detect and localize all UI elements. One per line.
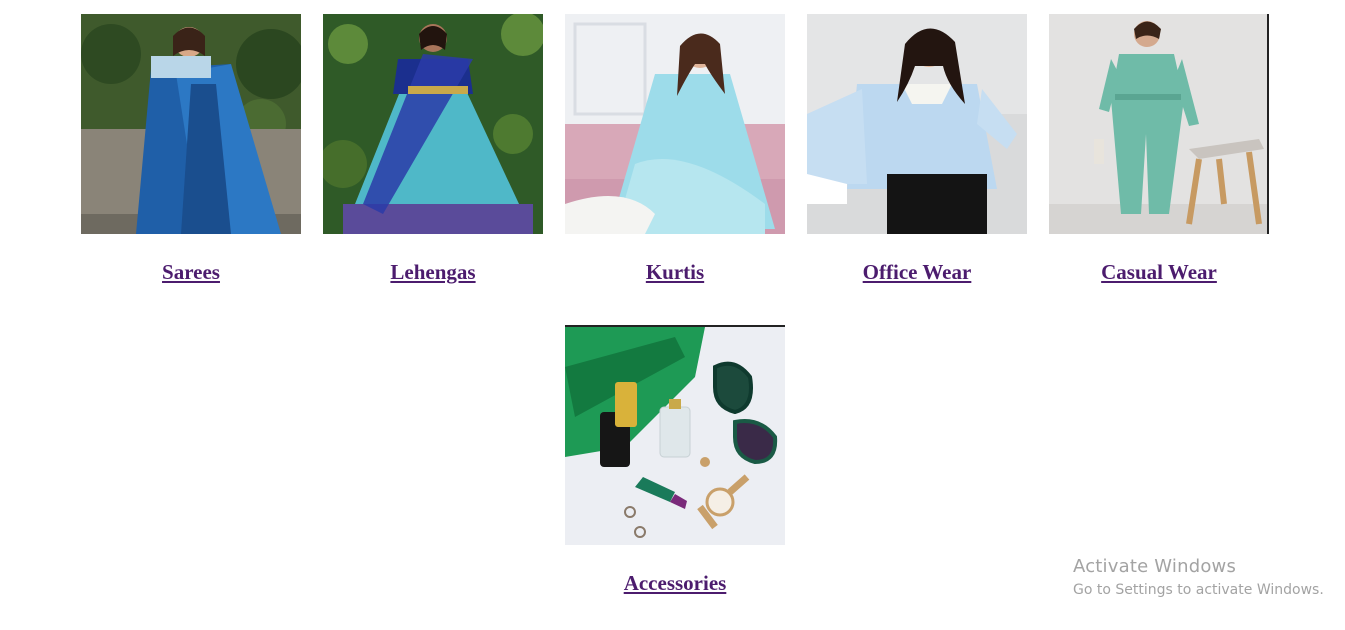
saree-photo[interactable]	[81, 14, 301, 234]
office-wear-photo[interactable]	[807, 14, 1027, 234]
category-card-kurtis: Kurtis	[565, 14, 785, 286]
category-link-lehengas[interactable]: Lehengas	[323, 258, 543, 286]
category-link-accessories[interactable]: Accessories	[565, 569, 785, 597]
category-card-accessories: Accessories	[565, 325, 785, 597]
category-link-casual-wear[interactable]: Casual Wear	[1049, 258, 1269, 286]
category-card-office-wear: Office Wear	[807, 14, 1027, 286]
casual-wear-photo[interactable]	[1049, 14, 1269, 234]
category-card-sarees: Sarees	[81, 14, 301, 286]
category-link-kurtis[interactable]: Kurtis	[565, 258, 785, 286]
activate-windows-watermark: Activate Windows Go to Settings to activ…	[1073, 555, 1324, 601]
kurti-photo[interactable]	[565, 14, 785, 234]
watermark-subtitle: Go to Settings to activate Windows.	[1073, 582, 1324, 598]
lehenga-photo[interactable]	[323, 14, 543, 234]
accessories-photo[interactable]	[565, 325, 785, 545]
category-card-casual-wear: Casual Wear	[1049, 14, 1269, 286]
category-link-office-wear[interactable]: Office Wear	[807, 258, 1027, 286]
category-card-lehengas: Lehengas	[323, 14, 543, 286]
watermark-title: Activate Windows	[1073, 556, 1237, 577]
category-link-sarees[interactable]: Sarees	[81, 258, 301, 286]
